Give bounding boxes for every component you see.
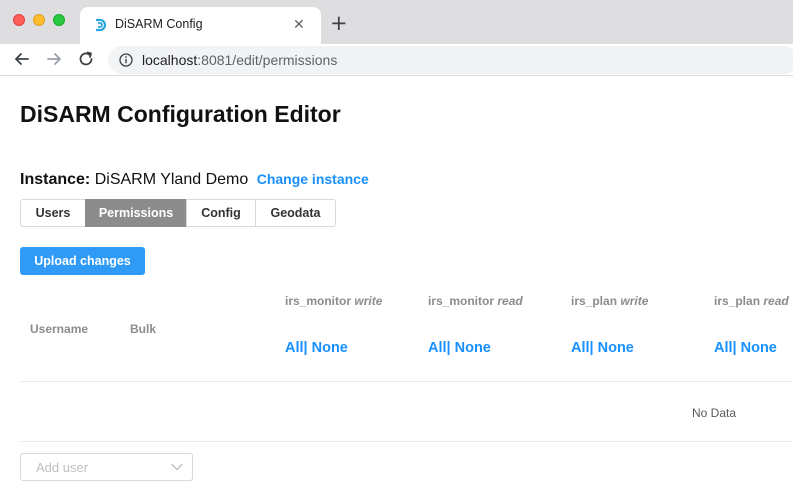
tab-config[interactable]: Config bbox=[186, 199, 256, 227]
back-arrow-icon[interactable] bbox=[11, 48, 33, 70]
reload-icon[interactable] bbox=[75, 48, 97, 70]
select-all-link[interactable]: All bbox=[714, 340, 733, 356]
add-user-select[interactable]: Add user bbox=[20, 453, 193, 481]
permission-column: irs_monitor read All| None bbox=[428, 294, 523, 356]
permission-mode: write bbox=[354, 294, 383, 308]
permission-name: irs_monitor bbox=[428, 294, 495, 308]
info-icon[interactable] bbox=[119, 53, 133, 67]
tab-close-icon[interactable]: ✕ bbox=[293, 16, 305, 33]
browser-toolbar: localhost:8081/edit/permissions bbox=[0, 44, 793, 76]
permission-bulk-links: All| None bbox=[571, 340, 648, 356]
permission-column: irs_plan write All| None bbox=[571, 294, 648, 356]
select-none-link[interactable]: None bbox=[594, 340, 634, 356]
select-all-link[interactable]: All bbox=[571, 340, 590, 356]
permission-mode: read bbox=[763, 294, 789, 308]
column-header-username: Username bbox=[30, 322, 89, 336]
permission-header: irs_plan read bbox=[714, 294, 789, 308]
tab-permissions[interactable]: Permissions bbox=[85, 199, 187, 227]
select-none-link[interactable]: None bbox=[451, 340, 491, 356]
permission-header: irs_plan write bbox=[571, 294, 648, 308]
browser-tab-title: DiSARM Config bbox=[115, 17, 203, 31]
tab-geodata[interactable]: Geodata bbox=[255, 199, 336, 227]
disarm-favicon-icon bbox=[96, 18, 107, 32]
tab-users[interactable]: Users bbox=[20, 199, 86, 227]
page-content: DiSARM Configuration Editor Instance: Di… bbox=[0, 77, 793, 489]
select-all-link[interactable]: All bbox=[428, 340, 447, 356]
permission-bulk-links: All| None bbox=[285, 340, 382, 356]
change-instance-link[interactable]: Change instance bbox=[257, 171, 369, 187]
browser-tab[interactable]: DiSARM Config ✕ bbox=[80, 7, 321, 44]
window-minimize-button[interactable] bbox=[33, 14, 45, 26]
permission-bulk-links: All| None bbox=[428, 340, 523, 356]
permission-mode: read bbox=[497, 294, 523, 308]
permission-name: irs_plan bbox=[714, 294, 761, 308]
window-zoom-button[interactable] bbox=[53, 14, 65, 26]
permission-bulk-links: All| None bbox=[714, 340, 789, 356]
permission-mode: write bbox=[620, 294, 649, 308]
section-tabs: Users Permissions Config Geodata bbox=[20, 199, 336, 227]
add-user-placeholder: Add user bbox=[36, 460, 89, 475]
instance-label: Instance: bbox=[20, 171, 91, 188]
permission-header: irs_monitor read bbox=[428, 294, 523, 308]
select-all-link[interactable]: All bbox=[285, 340, 304, 356]
permission-column: irs_monitor write All| None bbox=[285, 294, 382, 356]
permission-name: irs_monitor bbox=[285, 294, 352, 308]
page-title: DiSARM Configuration Editor bbox=[20, 101, 341, 127]
new-tab-button[interactable]: + bbox=[330, 11, 348, 35]
table-bottom-divider bbox=[20, 441, 793, 442]
permission-column: irs_plan read All| None bbox=[714, 294, 789, 356]
address-bar[interactable]: localhost:8081/edit/permissions bbox=[108, 46, 793, 74]
permission-name: irs_plan bbox=[571, 294, 618, 308]
window-close-button[interactable] bbox=[13, 14, 25, 26]
empty-table-message: No Data bbox=[692, 406, 737, 420]
instance-line: Instance: DiSARM Yland Demo Change insta… bbox=[20, 171, 369, 189]
browser-tab-bar: DiSARM Config ✕ + bbox=[0, 0, 793, 44]
url-path: :8081/edit/permissions bbox=[197, 52, 338, 68]
select-none-link[interactable]: None bbox=[737, 340, 777, 356]
chevron-down-icon bbox=[171, 463, 183, 471]
instance-name: DiSARM Yland Demo bbox=[94, 171, 249, 188]
select-none-link[interactable]: None bbox=[308, 340, 348, 356]
forward-arrow-icon[interactable] bbox=[43, 48, 65, 70]
url-host: localhost bbox=[142, 52, 198, 68]
table-header-divider bbox=[20, 381, 793, 382]
url-text[interactable]: localhost:8081/edit/permissions bbox=[142, 52, 337, 68]
permission-header: irs_monitor write bbox=[285, 294, 382, 308]
column-header-bulk: Bulk bbox=[130, 322, 157, 336]
upload-changes-button[interactable]: Upload changes bbox=[20, 247, 145, 275]
